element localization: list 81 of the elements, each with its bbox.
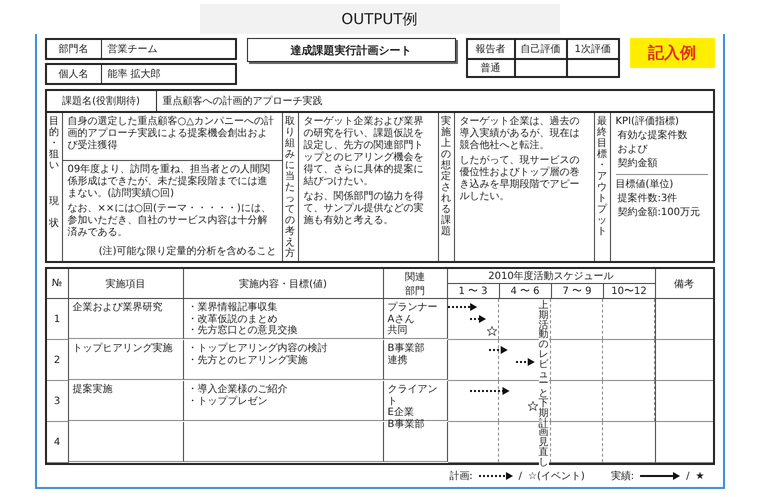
row-number: 4 bbox=[46, 422, 68, 463]
legend-label: ☆(イベント) bbox=[528, 470, 585, 483]
schedule-title: 2010年度活動スケジュール bbox=[448, 269, 656, 284]
column-header: 実施項目 bbox=[68, 269, 184, 299]
row-number: 3 bbox=[46, 381, 68, 422]
kpi-heading: KPI(評価指標) bbox=[616, 116, 680, 128]
status-text: 09年度より、訪問を重ね、担当者との人間関係形成はできたが、未だ提案段階までには進まない。(訪問実績○回) bbox=[68, 164, 272, 200]
item-text: 提案実施 bbox=[72, 384, 114, 396]
note-text: (注)可能な限り定量的分析を含めること bbox=[98, 246, 276, 258]
section-label: 最終目標・アウトプット bbox=[597, 116, 607, 237]
evaluation-label: 報告者 bbox=[466, 39, 515, 59]
item-text: トップヒアリング実施 bbox=[72, 343, 174, 354]
status-text: なお、××には○回(テーマ・・・・・)には、参加いただき、自社のサービス内容は十分解済みである。 bbox=[68, 203, 272, 239]
field-value: 営業チーム bbox=[106, 42, 158, 57]
kpi-item: 有効な提案件数 bbox=[616, 130, 688, 142]
action-item: ・業界情報記事収集 bbox=[188, 302, 278, 314]
approach-text: ターゲット企業および業界の研究を行い、課題仮説を設定し、先方の関連部門トップとのヒアリング機会を得て、さらに具体的提案に結びつけたい。 bbox=[304, 116, 424, 188]
department-text: 連携 bbox=[388, 354, 408, 366]
quarter-header: 4 〜 6 bbox=[500, 284, 552, 299]
theme-value: 重点顧客への計画的アプローチ実践 bbox=[162, 94, 324, 109]
review-note: 上期活動のレビューと下期計画見直し bbox=[538, 301, 548, 468]
kpi-item: および bbox=[616, 144, 649, 156]
department-text: 共同 bbox=[388, 325, 408, 336]
sample-stamp: 記入例 bbox=[630, 38, 714, 68]
legend-label: 計画: bbox=[449, 470, 473, 483]
department-text: B事業部 bbox=[388, 343, 426, 354]
dotted-arrow-icon bbox=[470, 315, 486, 323]
department-text: Aさん bbox=[388, 314, 416, 324]
department-text: クライアント bbox=[388, 384, 438, 406]
evaluation-label: 自己評価 bbox=[514, 39, 567, 59]
department-text: E企業 bbox=[388, 407, 415, 418]
star-icon bbox=[486, 326, 497, 336]
dotted-arrow-icon bbox=[516, 358, 535, 366]
field-value: 能率 拡大郎 bbox=[106, 68, 162, 82]
column-header: № bbox=[46, 269, 68, 299]
section-label: 現状 bbox=[49, 194, 59, 230]
section-label: 目的・狙い bbox=[49, 116, 59, 171]
dotted-arrow-icon bbox=[478, 472, 513, 480]
quarter-header: 1 〜 3 bbox=[448, 284, 500, 299]
section-label: 取り組みに当たっての考え方 bbox=[285, 116, 295, 259]
target-heading: 目標値(単位) bbox=[616, 179, 674, 191]
page-title: OUTPUT例 bbox=[200, 4, 560, 34]
action-item: ・先方窓口との意見交換 bbox=[188, 325, 298, 336]
column-header: 関連部門 bbox=[384, 269, 448, 299]
solid-arrow-icon bbox=[640, 472, 680, 480]
row-number: 2 bbox=[46, 340, 68, 381]
dotted-arrow-icon bbox=[488, 346, 508, 354]
issue-text: ターゲット企業は、過去の導入実績があるが、現在は競合他社へと転注。 bbox=[460, 116, 580, 152]
dotted-arrow-icon bbox=[448, 303, 477, 311]
kpi-item: 契約金額 bbox=[616, 158, 658, 170]
theme-label: 課題名(役割期待) bbox=[46, 91, 156, 111]
department-text: プランナー bbox=[388, 302, 438, 314]
field-label: 個人名 bbox=[46, 65, 102, 83]
issue-text: したがって、現サービスの優位性およびトップ層の巻き込みを早期段階でアピールしたい。 bbox=[460, 155, 580, 203]
legend-label: ★ bbox=[696, 470, 704, 482]
column-header: 実施内容・目標(値) bbox=[184, 269, 384, 299]
department-text: B事業部 bbox=[388, 418, 426, 430]
quarter-header: 7 〜 9 bbox=[552, 284, 604, 299]
legend-label: 実績: bbox=[610, 470, 634, 483]
purpose-text: 自身の選定した重点顧客○△カンパニーへの計画的アプローチ実践による提案機会創出および受注獲得 bbox=[68, 116, 275, 152]
quarter-header: 10〜12 bbox=[604, 284, 656, 299]
sheet-title: 達成課題実行計画シート bbox=[246, 38, 456, 62]
approach-text: なお、関係部門の協力を得て、サンプル提供などの実施も有効と考える。 bbox=[304, 191, 424, 227]
star-icon bbox=[528, 401, 538, 411]
evaluation-label: 1次評価 bbox=[566, 39, 619, 59]
action-item: ・トッププレゼン bbox=[188, 396, 268, 407]
section-label: 実施上の想定される課題 bbox=[441, 116, 451, 237]
row-number: 1 bbox=[46, 299, 68, 340]
item-text: 企業および業界研究 bbox=[72, 302, 164, 314]
legend-separator: / bbox=[686, 470, 690, 482]
action-item: ・改革仮説のまとめ bbox=[188, 314, 278, 324]
action-item: ・トップヒアリング内容の検討 bbox=[188, 343, 328, 354]
column-header: 備考 bbox=[656, 269, 712, 299]
field-label: 部門名 bbox=[46, 40, 102, 58]
legend-separator: / bbox=[518, 470, 522, 482]
action-item: ・導入企業様のご紹介 bbox=[188, 384, 288, 396]
dotted-arrow-icon bbox=[470, 387, 510, 395]
evaluation-label: 普通 bbox=[466, 59, 515, 77]
target-item: 提案件数:3件 bbox=[616, 193, 678, 205]
action-item: ・先方とのヒアリング実施 bbox=[188, 354, 308, 366]
target-item: 契約金額:100万元 bbox=[616, 207, 701, 219]
